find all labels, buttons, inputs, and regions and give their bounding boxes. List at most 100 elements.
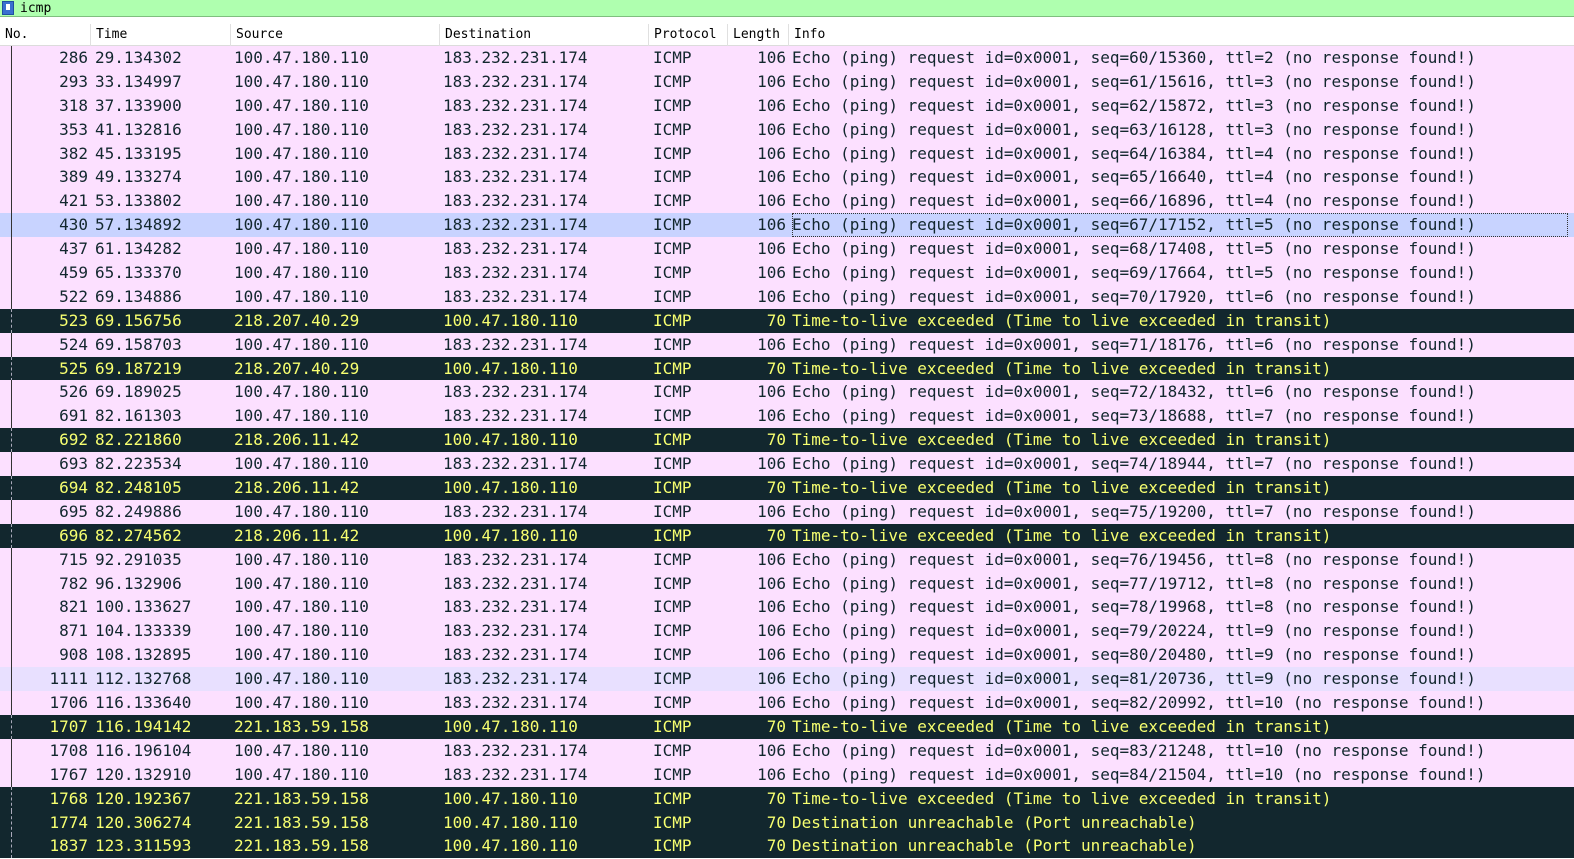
packet-row[interactable]: 715 92.291035 100.47.180.110 183.232.231.17… bbox=[0, 547, 1574, 572]
packet-destination: 100.47.180.110 bbox=[443, 836, 578, 856]
bookmark-icon[interactable] bbox=[2, 1, 14, 15]
packet-row[interactable]: 1708 116.196104 100.47.180.110 183.232.231.… bbox=[0, 738, 1574, 763]
packet-row[interactable]: 525 69.187219 218.207.40.29 100.47.180.110 I… bbox=[0, 356, 1574, 381]
packet-row[interactable]: 1707 116.194142 221.183.59.158 100.47.180.1… bbox=[0, 714, 1574, 739]
packet-info: Echo (ping) request id=0x0001, seq=68/17… bbox=[792, 239, 1476, 259]
packet-destination: 183.232.231.174 bbox=[443, 454, 588, 474]
packet-time: 120.192367 bbox=[95, 788, 192, 808]
packet-info: Time-to-live exceeded (Time to live exce… bbox=[792, 478, 1332, 498]
packet-destination: 183.232.231.174 bbox=[443, 167, 588, 187]
packet-time: 82.274562 bbox=[95, 525, 182, 545]
packet-destination: 183.232.231.174 bbox=[443, 95, 588, 115]
packet-row[interactable]: 1837 123.311593 221.183.59.158 100.47.180.1… bbox=[0, 834, 1574, 859]
packet-source: 100.47.180.110 bbox=[234, 454, 369, 474]
packet-number: 526 bbox=[59, 382, 88, 402]
packet-row[interactable]: 1111 112.132768 100.47.180.110 183.232.231.… bbox=[0, 667, 1574, 692]
column-header-protocol[interactable]: Protocol bbox=[649, 24, 728, 46]
packet-info: Echo (ping) request id=0x0001, seq=83/21… bbox=[792, 740, 1486, 760]
packet-row[interactable]: 293 33.134997 100.47.180.110 183.232.231.17… bbox=[0, 69, 1574, 94]
packet-protocol: ICMP bbox=[653, 669, 692, 689]
packet-destination: 183.232.231.174 bbox=[443, 215, 588, 235]
packet-row[interactable]: 908 108.132895 100.47.180.110 183.232.231.1… bbox=[0, 643, 1574, 668]
packet-protocol: ICMP bbox=[653, 549, 692, 569]
packet-info: Echo (ping) request id=0x0001, seq=82/20… bbox=[792, 693, 1486, 713]
packet-source: 100.47.180.110 bbox=[234, 740, 369, 760]
packet-protocol: ICMP bbox=[653, 382, 692, 402]
packet-protocol: ICMP bbox=[653, 812, 692, 832]
column-header-length[interactable]: Length bbox=[728, 24, 789, 46]
packet-row[interactable]: 691 82.161303 100.47.180.110 183.232.231.17… bbox=[0, 404, 1574, 429]
packet-row[interactable]: 821 100.133627 100.47.180.110 183.232.231.1… bbox=[0, 595, 1574, 620]
packet-row[interactable]: 693 82.223534 100.47.180.110 183.232.231.17… bbox=[0, 452, 1574, 477]
packet-destination: 183.232.231.174 bbox=[443, 740, 588, 760]
packet-row[interactable]: 286 29.134302 100.47.180.110 183.232.231.17… bbox=[0, 46, 1574, 70]
column-header-no[interactable]: No. bbox=[0, 24, 91, 46]
packet-destination: 183.232.231.174 bbox=[443, 119, 588, 139]
packet-protocol: ICMP bbox=[653, 501, 692, 521]
packet-time: 45.133195 bbox=[95, 143, 182, 163]
packet-length: 106 bbox=[757, 143, 786, 163]
display-filter-bar[interactable]: icmp bbox=[0, 0, 1574, 17]
packet-row[interactable]: 1774 120.306274 221.183.59.158 100.47.180.1… bbox=[0, 810, 1574, 835]
packet-destination: 100.47.180.110 bbox=[443, 358, 578, 378]
packet-row[interactable]: 526 69.189025 100.47.180.110 183.232.231.17… bbox=[0, 380, 1574, 405]
packet-time: 100.133627 bbox=[95, 597, 192, 617]
packet-number: 523 bbox=[59, 310, 88, 330]
packet-row[interactable]: 437 61.134282 100.47.180.110 183.232.231.17… bbox=[0, 237, 1574, 262]
column-header-info[interactable]: Info bbox=[789, 24, 1574, 46]
packet-row[interactable]: 871 104.133339 100.47.180.110 183.232.231.1… bbox=[0, 619, 1574, 644]
packet-time: 33.134997 bbox=[95, 71, 182, 91]
packet-row[interactable]: 692 82.221860 218.206.11.42 100.47.180.110 I… bbox=[0, 428, 1574, 453]
packet-row[interactable]: 695 82.249886 100.47.180.110 183.232.231.17… bbox=[0, 499, 1574, 524]
packet-time: 69.189025 bbox=[95, 382, 182, 402]
packet-length: 106 bbox=[757, 382, 786, 402]
packet-row[interactable]: 318 37.133900 100.47.180.110 183.232.231.17… bbox=[0, 93, 1574, 118]
packet-source: 100.47.180.110 bbox=[234, 71, 369, 91]
packet-number: 1768 bbox=[49, 788, 88, 808]
packet-row[interactable]: 522 69.134886 100.47.180.110 183.232.231.17… bbox=[0, 284, 1574, 309]
packet-length: 106 bbox=[757, 119, 786, 139]
packet-source: 218.207.40.29 bbox=[234, 358, 360, 378]
display-filter-input[interactable]: icmp bbox=[20, 0, 51, 17]
packet-source: 100.47.180.110 bbox=[234, 286, 369, 306]
packet-row[interactable]: 1706 116.133640 100.47.180.110 183.232.231.… bbox=[0, 691, 1574, 716]
packet-row[interactable]: 389 49.133274 100.47.180.110 183.232.231.17… bbox=[0, 165, 1574, 190]
packet-row[interactable]: 523 69.156756 218.207.40.29 100.47.180.110 I… bbox=[0, 308, 1574, 333]
packet-info: Time-to-live exceeded (Time to live exce… bbox=[792, 716, 1332, 736]
column-header-destination[interactable]: Destination bbox=[440, 24, 649, 46]
packet-source: 100.47.180.110 bbox=[234, 215, 369, 235]
packet-number: 1837 bbox=[49, 836, 88, 856]
packet-protocol: ICMP bbox=[653, 191, 692, 211]
packet-destination: 183.232.231.174 bbox=[443, 191, 588, 211]
packet-source: 100.47.180.110 bbox=[234, 573, 369, 593]
column-header-time[interactable]: Time bbox=[91, 24, 231, 46]
packet-row[interactable]: 430 57.134892 100.47.180.110 183.232.231.17… bbox=[0, 213, 1574, 238]
packet-row[interactable]: 1768 120.192367 221.183.59.158 100.47.180.1… bbox=[0, 786, 1574, 811]
packet-time: 69.156756 bbox=[95, 310, 182, 330]
packet-destination: 183.232.231.174 bbox=[443, 143, 588, 163]
packet-row[interactable]: 782 96.132906 100.47.180.110 183.232.231.17… bbox=[0, 571, 1574, 596]
packet-length: 106 bbox=[757, 286, 786, 306]
packet-row[interactable]: 459 65.133370 100.47.180.110 183.232.231.17… bbox=[0, 261, 1574, 286]
packet-protocol: ICMP bbox=[653, 167, 692, 187]
packet-row[interactable]: 421 53.133802 100.47.180.110 183.232.231.17… bbox=[0, 189, 1574, 214]
packet-row[interactable]: 382 45.133195 100.47.180.110 183.232.231.17… bbox=[0, 141, 1574, 166]
packet-source: 221.183.59.158 bbox=[234, 788, 369, 808]
packet-length: 70 bbox=[766, 716, 786, 736]
packet-row[interactable]: 353 41.132816 100.47.180.110 183.232.231.17… bbox=[0, 117, 1574, 142]
packet-protocol: ICMP bbox=[653, 71, 692, 91]
packet-number: 318 bbox=[59, 95, 88, 115]
packet-row[interactable]: 524 69.158703 100.47.180.110 183.232.231.17… bbox=[0, 332, 1574, 357]
packet-row[interactable]: 696 82.274562 218.206.11.42 100.47.180.110 I… bbox=[0, 523, 1574, 548]
packet-number: 353 bbox=[59, 119, 88, 139]
packet-source: 100.47.180.110 bbox=[234, 621, 369, 641]
packet-protocol: ICMP bbox=[653, 286, 692, 306]
packet-number: 437 bbox=[59, 239, 88, 259]
packet-destination: 183.232.231.174 bbox=[443, 693, 588, 713]
packet-row[interactable]: 1767 120.132910 100.47.180.110 183.232.231.… bbox=[0, 762, 1574, 787]
packet-row[interactable]: 694 82.248105 218.206.11.42 100.47.180.110 I… bbox=[0, 476, 1574, 501]
column-header-source[interactable]: Source bbox=[231, 24, 440, 46]
packet-length: 106 bbox=[757, 48, 786, 67]
packet-protocol: ICMP bbox=[653, 788, 692, 808]
packet-info: Echo (ping) request id=0x0001, seq=72/18… bbox=[792, 382, 1476, 402]
